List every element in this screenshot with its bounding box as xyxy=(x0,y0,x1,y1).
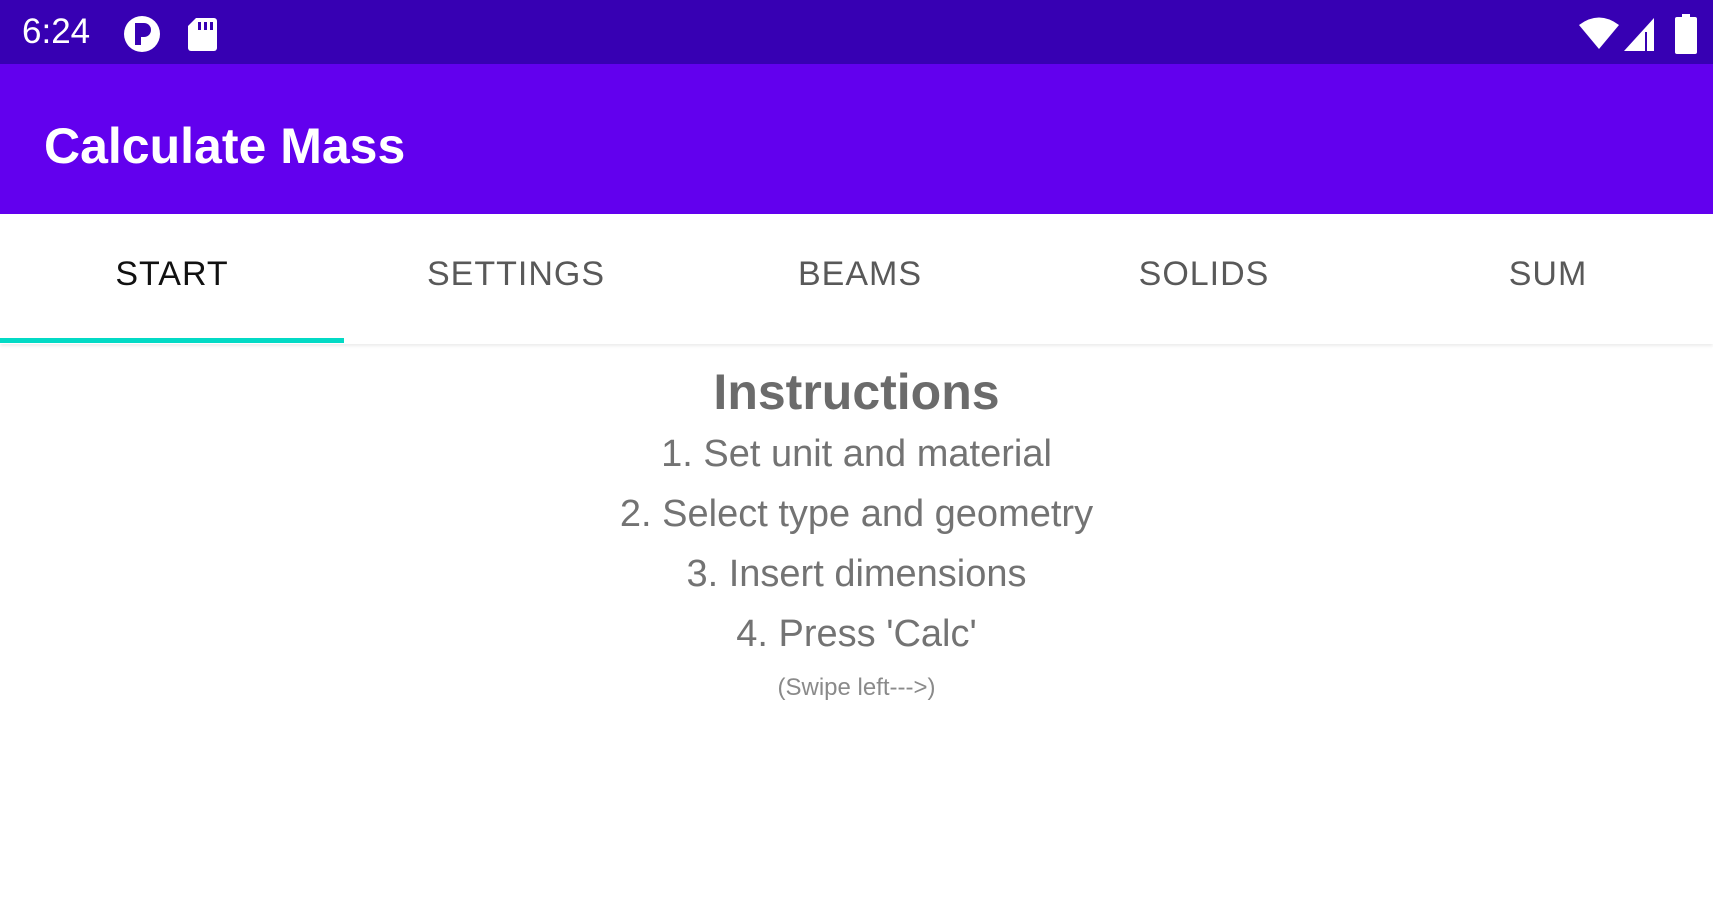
status-time: 6:24 xyxy=(22,12,91,51)
instruction-step-4: 4. Press 'Calc' xyxy=(736,613,977,655)
tab-sum-label: SUM xyxy=(1508,254,1588,293)
tab-beams[interactable]: BEAMS xyxy=(688,214,1032,344)
tab-indicator xyxy=(0,338,344,343)
app-bar: Calculate Mass xyxy=(0,64,1713,214)
swipe-hint: (Swipe left--->) xyxy=(777,674,936,701)
tab-solids-label: SOLIDS xyxy=(1138,254,1270,293)
status-bar: 6:24 xyxy=(0,0,1713,64)
wifi-icon xyxy=(1579,17,1619,49)
sd-card-icon xyxy=(188,18,217,51)
instruction-step-1: 1. Set unit and material xyxy=(661,433,1052,475)
app-title: Calculate Mass xyxy=(44,118,406,174)
tab-settings-label: SETTINGS xyxy=(426,254,606,293)
p-icon xyxy=(124,16,160,52)
tab-settings[interactable]: SETTINGS xyxy=(344,214,688,344)
tab-start-label: START xyxy=(115,254,229,293)
tab-solids[interactable]: SOLIDS xyxy=(1032,214,1376,344)
instructions-heading: Instructions xyxy=(713,364,1000,420)
instruction-step-3: 3. Insert dimensions xyxy=(686,553,1027,595)
tab-sum[interactable]: SUM xyxy=(1376,214,1713,344)
screen: 6:24 Calculate Mass START SETTINGS BEAMS… xyxy=(0,0,1713,900)
instruction-step-2: 2. Select type and geometry xyxy=(619,493,1094,535)
signal-icon xyxy=(1624,18,1654,51)
tab-bar: START SETTINGS BEAMS SOLIDS SUM xyxy=(0,214,1713,344)
tab-start[interactable]: START xyxy=(0,214,344,344)
battery-icon xyxy=(1675,14,1697,54)
instructions-panel: Instructions 1. Set unit and material 2.… xyxy=(0,344,1713,900)
tab-beams-label: BEAMS xyxy=(797,254,923,293)
